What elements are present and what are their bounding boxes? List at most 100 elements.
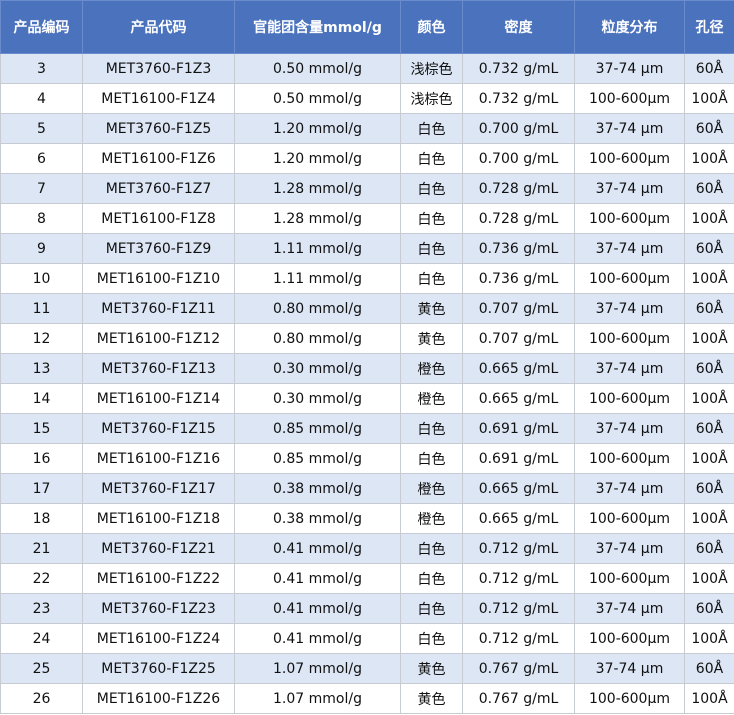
cell-product-number: 4 <box>0 83 83 114</box>
cell-pore-size: 60Å <box>684 173 734 204</box>
table-row: 25 MET3760-F1Z25 1.07 mmol/g 黄色 0.767 g/mL 37… <box>0 653 734 684</box>
table-row: 16 MET16100-F1Z16 0.85 mmol/g 白色 0.691 g/mL 1… <box>0 443 734 474</box>
cell-particle-size: 100-600µm <box>574 323 685 354</box>
cell-density: 0.767 g/mL <box>462 683 575 714</box>
cell-product-code: MET3760-F1Z11 <box>82 293 235 324</box>
cell-color: 白色 <box>400 203 463 234</box>
cell-particle-size: 37-74 µm <box>574 293 685 324</box>
cell-product-number: 23 <box>0 593 83 624</box>
cell-density: 0.732 g/mL <box>462 53 575 84</box>
cell-product-code: MET16100-F1Z24 <box>82 623 235 654</box>
cell-functional-group-content: 0.41 mmol/g <box>234 533 401 564</box>
cell-particle-size: 100-600µm <box>574 83 685 114</box>
cell-product-code: MET3760-F1Z7 <box>82 173 235 204</box>
cell-density: 0.712 g/mL <box>462 533 575 564</box>
table-header: 产品编码 产品代码 官能团含量mmol/g 颜色 密度 粒度分布 孔径 <box>0 0 734 54</box>
table-row: 23 MET3760-F1Z23 0.41 mmol/g 白色 0.712 g/mL 37… <box>0 593 734 624</box>
cell-color: 白色 <box>400 143 463 174</box>
cell-pore-size: 100Å <box>684 683 734 714</box>
table-row: 8 MET16100-F1Z8 1.28 mmol/g 白色 0.728 g/mL 100… <box>0 203 734 234</box>
cell-functional-group-content: 1.28 mmol/g <box>234 203 401 234</box>
cell-color: 白色 <box>400 623 463 654</box>
cell-color: 白色 <box>400 233 463 264</box>
cell-functional-group-content: 0.41 mmol/g <box>234 593 401 624</box>
table-row: 26 MET16100-F1Z26 1.07 mmol/g 黄色 0.767 g/mL 1… <box>0 683 734 714</box>
cell-product-number: 24 <box>0 623 83 654</box>
cell-color: 橙色 <box>400 353 463 384</box>
cell-pore-size: 100Å <box>684 383 734 414</box>
table-row: 10 MET16100-F1Z10 1.11 mmol/g 白色 0.736 g/mL 1… <box>0 263 734 294</box>
cell-functional-group-content: 0.85 mmol/g <box>234 413 401 444</box>
header-functional-group-content: 官能团含量mmol/g <box>234 0 401 54</box>
cell-color: 浅棕色 <box>400 83 463 114</box>
table-row: 4 MET16100-F1Z4 0.50 mmol/g 浅棕色 0.732 g/mL 10… <box>0 83 734 114</box>
cell-functional-group-content: 1.20 mmol/g <box>234 143 401 174</box>
cell-product-number: 12 <box>0 323 83 354</box>
cell-functional-group-content: 0.38 mmol/g <box>234 473 401 504</box>
cell-functional-group-content: 0.30 mmol/g <box>234 383 401 414</box>
cell-pore-size: 60Å <box>684 233 734 264</box>
cell-density: 0.691 g/mL <box>462 443 575 474</box>
cell-particle-size: 100-600µm <box>574 263 685 294</box>
cell-functional-group-content: 1.07 mmol/g <box>234 653 401 684</box>
cell-density: 0.736 g/mL <box>462 233 575 264</box>
cell-color: 橙色 <box>400 473 463 504</box>
table-row: 22 MET16100-F1Z22 0.41 mmol/g 白色 0.712 g/mL 1… <box>0 563 734 594</box>
cell-functional-group-content: 0.85 mmol/g <box>234 443 401 474</box>
header-pore-size: 孔径 <box>684 0 734 54</box>
cell-particle-size: 37-74 µm <box>574 353 685 384</box>
cell-product-number: 7 <box>0 173 83 204</box>
cell-pore-size: 100Å <box>684 443 734 474</box>
cell-functional-group-content: 1.28 mmol/g <box>234 173 401 204</box>
cell-functional-group-content: 0.41 mmol/g <box>234 623 401 654</box>
cell-product-number: 8 <box>0 203 83 234</box>
cell-density: 0.707 g/mL <box>462 323 575 354</box>
cell-pore-size: 100Å <box>684 143 734 174</box>
cell-density: 0.665 g/mL <box>462 383 575 414</box>
cell-particle-size: 100-600µm <box>574 563 685 594</box>
cell-pore-size: 60Å <box>684 653 734 684</box>
table-row: 17 MET3760-F1Z17 0.38 mmol/g 橙色 0.665 g/mL 37… <box>0 473 734 504</box>
table-row: 3 MET3760-F1Z3 0.50 mmol/g 浅棕色 0.732 g/mL 37-… <box>0 53 734 84</box>
cell-pore-size: 60Å <box>684 53 734 84</box>
cell-density: 0.707 g/mL <box>462 293 575 324</box>
cell-particle-size: 37-74 µm <box>574 233 685 264</box>
cell-color: 橙色 <box>400 383 463 414</box>
cell-product-number: 13 <box>0 353 83 384</box>
header-row: 产品编码 产品代码 官能团含量mmol/g 颜色 密度 粒度分布 孔径 <box>0 0 734 54</box>
cell-color: 白色 <box>400 443 463 474</box>
header-particle-size: 粒度分布 <box>574 0 685 54</box>
cell-product-code: MET16100-F1Z12 <box>82 323 235 354</box>
cell-product-number: 11 <box>0 293 83 324</box>
cell-product-code: MET16100-F1Z22 <box>82 563 235 594</box>
cell-product-code: MET3760-F1Z15 <box>82 413 235 444</box>
cell-functional-group-content: 0.30 mmol/g <box>234 353 401 384</box>
cell-product-number: 6 <box>0 143 83 174</box>
cell-density: 0.712 g/mL <box>462 563 575 594</box>
cell-product-code: MET16100-F1Z10 <box>82 263 235 294</box>
cell-product-code: MET16100-F1Z14 <box>82 383 235 414</box>
cell-density: 0.712 g/mL <box>462 623 575 654</box>
header-product-number: 产品编码 <box>0 0 83 54</box>
cell-pore-size: 60Å <box>684 593 734 624</box>
cell-pore-size: 60Å <box>684 113 734 144</box>
cell-density: 0.728 g/mL <box>462 173 575 204</box>
cell-color: 黄色 <box>400 653 463 684</box>
cell-pore-size: 100Å <box>684 83 734 114</box>
cell-particle-size: 100-600µm <box>574 383 685 414</box>
cell-product-number: 18 <box>0 503 83 534</box>
cell-product-number: 10 <box>0 263 83 294</box>
product-spec-table: 产品编码 产品代码 官能团含量mmol/g 颜色 密度 粒度分布 孔径 3 MET… <box>0 0 734 714</box>
cell-functional-group-content: 1.20 mmol/g <box>234 113 401 144</box>
cell-product-code: MET3760-F1Z3 <box>82 53 235 84</box>
cell-particle-size: 100-600µm <box>574 683 685 714</box>
cell-density: 0.700 g/mL <box>462 143 575 174</box>
cell-color: 白色 <box>400 533 463 564</box>
cell-color: 橙色 <box>400 503 463 534</box>
cell-functional-group-content: 0.80 mmol/g <box>234 293 401 324</box>
cell-particle-size: 100-600µm <box>574 203 685 234</box>
cell-particle-size: 37-74 µm <box>574 473 685 504</box>
cell-product-number: 14 <box>0 383 83 414</box>
header-product-code: 产品代码 <box>82 0 235 54</box>
cell-color: 白色 <box>400 263 463 294</box>
